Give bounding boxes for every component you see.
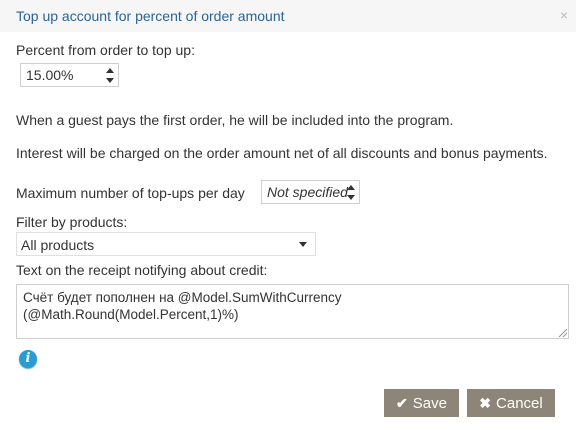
- save-button[interactable]: ✔ Save: [384, 389, 459, 417]
- checkmark-icon: ✔: [396, 394, 408, 411]
- filter-label: Filter by products:: [16, 214, 128, 230]
- max-topups-value: Not specified: [267, 184, 348, 200]
- save-button-label: Save: [412, 394, 447, 412]
- info-text-first-order: When a guest pays the first order, he wi…: [16, 112, 454, 128]
- decrement-arrow-icon[interactable]: [347, 195, 355, 200]
- dialog-title: Top up account for percent of order amou…: [16, 8, 285, 24]
- percent-label: Percent from order to top up:: [16, 42, 195, 58]
- info-icon[interactable]: i: [19, 350, 37, 368]
- receipt-label: Text on the receipt notifying about cred…: [16, 262, 268, 278]
- percent-stepper-arrows[interactable]: [104, 65, 116, 86]
- dialog: Top up account for percent of order amou…: [0, 0, 576, 430]
- increment-arrow-icon[interactable]: [106, 68, 114, 73]
- max-topups-stepper-arrows[interactable]: [345, 182, 357, 203]
- max-topups-label: Maximum number of top-ups per day: [16, 185, 245, 201]
- filter-products-select[interactable]: All products: [16, 232, 316, 256]
- close-icon: ✖: [479, 394, 492, 411]
- resize-handle-icon[interactable]: [559, 329, 567, 337]
- max-topups-stepper[interactable]: Not specified: [261, 180, 360, 204]
- dialog-header: Top up account for percent of order amou…: [0, 0, 576, 32]
- filter-products-value: All products: [21, 237, 95, 253]
- percent-value: 15.00%: [26, 67, 74, 83]
- cancel-button[interactable]: ✖ Cancel: [467, 389, 555, 417]
- increment-arrow-icon[interactable]: [347, 185, 355, 190]
- cancel-button-label: Cancel: [496, 394, 543, 412]
- close-icon[interactable]: ×: [560, 8, 568, 22]
- decrement-arrow-icon[interactable]: [106, 78, 114, 83]
- info-text-interest: Interest will be charged on the order am…: [16, 145, 548, 161]
- percent-stepper[interactable]: 15.00%: [20, 63, 119, 87]
- chevron-down-icon[interactable]: [299, 242, 307, 247]
- receipt-text-field[interactable]: Счёт будет пополнен на @Model.SumWithCur…: [16, 284, 569, 339]
